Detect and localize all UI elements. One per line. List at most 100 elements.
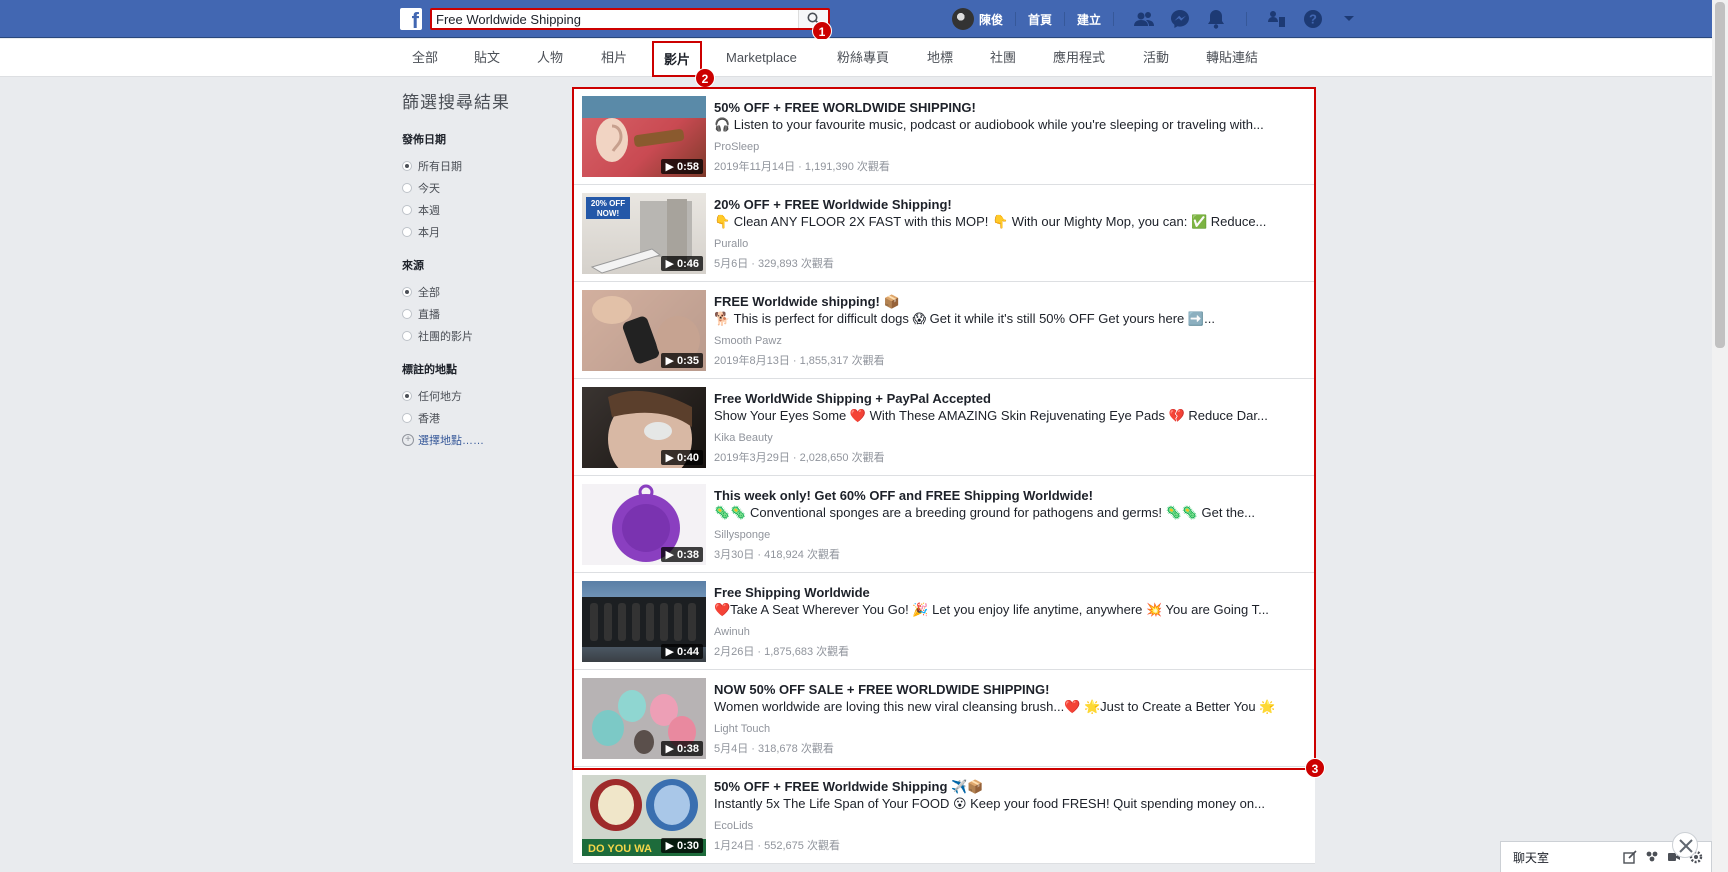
filter-option[interactable]: 本週 [402,199,562,221]
radio-checked[interactable] [402,391,412,401]
radio[interactable] [402,413,412,423]
video-thumbnail[interactable]: ▶ 0:38 [582,484,706,565]
close-icon [1679,839,1693,853]
annotation-marker-3: 3 [1305,758,1325,778]
video-thumbnail[interactable]: 20% OFF NOW! ▶ 0:46 [582,193,706,274]
filter-option-label: 全部 [418,287,440,299]
quick-help-people-icon[interactable] [1266,8,1288,30]
home-link[interactable]: 首頁 [1028,11,1052,28]
video-source[interactable]: Purallo [714,238,748,250]
divider [1246,12,1248,26]
video-source[interactable]: Kika Beauty [714,432,773,444]
video-result[interactable]: ▶ 0:38 NOW 50% OFF SALE + FREE WORLDWIDE… [573,670,1315,767]
avatar[interactable] [952,8,974,30]
video-result[interactable]: ▶ 0:38 This week only! Get 60% OFF and F… [573,476,1315,573]
new-group-icon[interactable] [1645,850,1659,864]
radio-checked[interactable] [402,287,412,297]
help-icon[interactable]: ? [1302,8,1324,30]
tab-apps[interactable]: 應用程式 [1053,39,1105,77]
tab-places[interactable]: 地標 [927,39,953,77]
video-source[interactable]: ProSleep [714,141,759,153]
chat-label[interactable]: 聊天室 [1513,849,1623,866]
tab-photos[interactable]: 相片 [601,39,627,77]
video-thumbnail[interactable]: ▶ 0:35 [582,290,706,371]
annotation-marker-2: 2 [695,68,715,88]
video-description: Show Your Eyes Some ❤️ With These AMAZIN… [714,408,1268,423]
close-chat-button[interactable] [1672,832,1698,858]
video-duration: ▶ 0:46 [661,256,703,271]
video-title[interactable]: 50% OFF + FREE Worldwide Shipping ✈️📦 [714,779,983,795]
filter-option[interactable]: 今天 [402,177,562,199]
video-result[interactable]: ▶ 0:58 50% OFF + FREE WORLDWIDE SHIPPING… [573,88,1315,185]
filter-option-label: 直播 [418,309,440,321]
video-source[interactable]: Smooth Pawz [714,335,782,347]
radio-checked[interactable] [402,161,412,171]
tab-groups[interactable]: 社團 [990,39,1016,77]
nav-right: 陳俊 首頁 建立 ? [952,8,1367,30]
choose-location-link[interactable]: + 選擇地點…… [402,429,562,451]
radio[interactable] [402,205,412,215]
video-duration: ▶ 0:38 [661,741,703,756]
duration-text: 0:38 [676,743,699,755]
video-thumbnail[interactable]: ▶ 0:58 [582,96,706,177]
new-message-icon[interactable] [1623,850,1637,864]
annotation-marker-1: 1 [812,21,832,41]
filter-option[interactable]: 任何地方 [402,385,562,407]
duration-text: 0:30 [676,840,699,852]
notifications-bell-icon[interactable] [1205,8,1227,30]
tab-links[interactable]: 轉貼連結 [1206,39,1258,77]
radio[interactable] [402,331,412,341]
video-title[interactable]: Free Shipping Worldwide [714,585,870,600]
video-result[interactable]: ▶ 0:35 FREE Worldwide shipping! 📦 🐕 This… [573,282,1315,379]
video-title[interactable]: FREE Worldwide shipping! 📦 [714,294,900,310]
video-result[interactable]: DO YOU WA ▶ 0:30 50% OFF + FREE Worldwid… [573,767,1315,864]
video-title[interactable]: NOW 50% OFF SALE + FREE WORLDWIDE SHIPPI… [714,682,1050,697]
tab-events[interactable]: 活動 [1143,39,1169,77]
video-result[interactable]: ▶ 0:40 Free WorldWide Shipping + PayPal … [573,379,1315,476]
facebook-logo-icon[interactable]: f [400,8,422,30]
video-result[interactable]: 20% OFF NOW! ▶ 0:46 20% OFF + FREE World… [573,185,1315,282]
radio[interactable] [402,183,412,193]
filter-option[interactable]: 所有日期 [402,155,562,177]
video-thumbnail[interactable]: ▶ 0:40 [582,387,706,468]
video-source[interactable]: Light Touch [714,723,770,735]
filter-option[interactable]: 本月 [402,221,562,243]
video-title[interactable]: This week only! Get 60% OFF and FREE Shi… [714,488,1093,503]
filter-option[interactable]: 全部 [402,281,562,303]
video-source[interactable]: Awinuh [714,626,750,638]
tab-marketplace[interactable]: Marketplace [726,39,797,77]
scrollbar-thumb[interactable] [1715,2,1725,348]
tab-videos[interactable]: 影片 [652,41,703,77]
video-thumbnail[interactable]: ▶ 0:38 [582,678,706,759]
tab-posts[interactable]: 貼文 [474,39,500,77]
video-description: 👇 Clean ANY FLOOR 2X FAST with this MOP!… [714,214,1267,229]
page-scrollbar[interactable] [1712,0,1728,872]
tab-pages[interactable]: 粉絲專頁 [837,39,889,77]
video-duration: ▶ 0:38 [661,547,703,562]
tab-all[interactable]: 全部 [412,39,438,77]
video-thumbnail[interactable]: ▶ 0:44 [582,581,706,662]
profile-link[interactable]: 陳俊 [979,11,1003,28]
radio[interactable] [402,309,412,319]
messenger-icon[interactable] [1169,8,1191,30]
radio[interactable] [402,227,412,237]
search-input[interactable] [436,11,796,27]
tab-people[interactable]: 人物 [537,39,563,77]
video-source[interactable]: Sillysponge [714,529,770,541]
video-title[interactable]: 50% OFF + FREE WORLDWIDE SHIPPING! [714,100,976,115]
filter-group-title: 標註的地點 [402,364,457,376]
video-result[interactable]: ▶ 0:44 Free Shipping Worldwide ❤️Take A … [573,573,1315,670]
video-duration: ▶ 0:58 [661,159,703,174]
filter-option[interactable]: 香港 [402,407,562,429]
video-title[interactable]: Free WorldWide Shipping + PayPal Accepte… [714,391,991,406]
video-title[interactable]: 20% OFF + FREE Worldwide Shipping! [714,197,952,212]
video-thumbnail[interactable]: DO YOU WA ▶ 0:30 [582,775,706,856]
filter-option[interactable]: 社團的影片 [402,325,562,347]
filter-option-label: 社團的影片 [418,331,473,343]
divider [1064,12,1066,26]
friend-requests-icon[interactable] [1133,8,1155,30]
video-source[interactable]: EcoLids [714,820,753,832]
account-menu-chevron-down-icon[interactable] [1338,8,1360,30]
create-link[interactable]: 建立 [1077,11,1101,28]
filter-option[interactable]: 直播 [402,303,562,325]
